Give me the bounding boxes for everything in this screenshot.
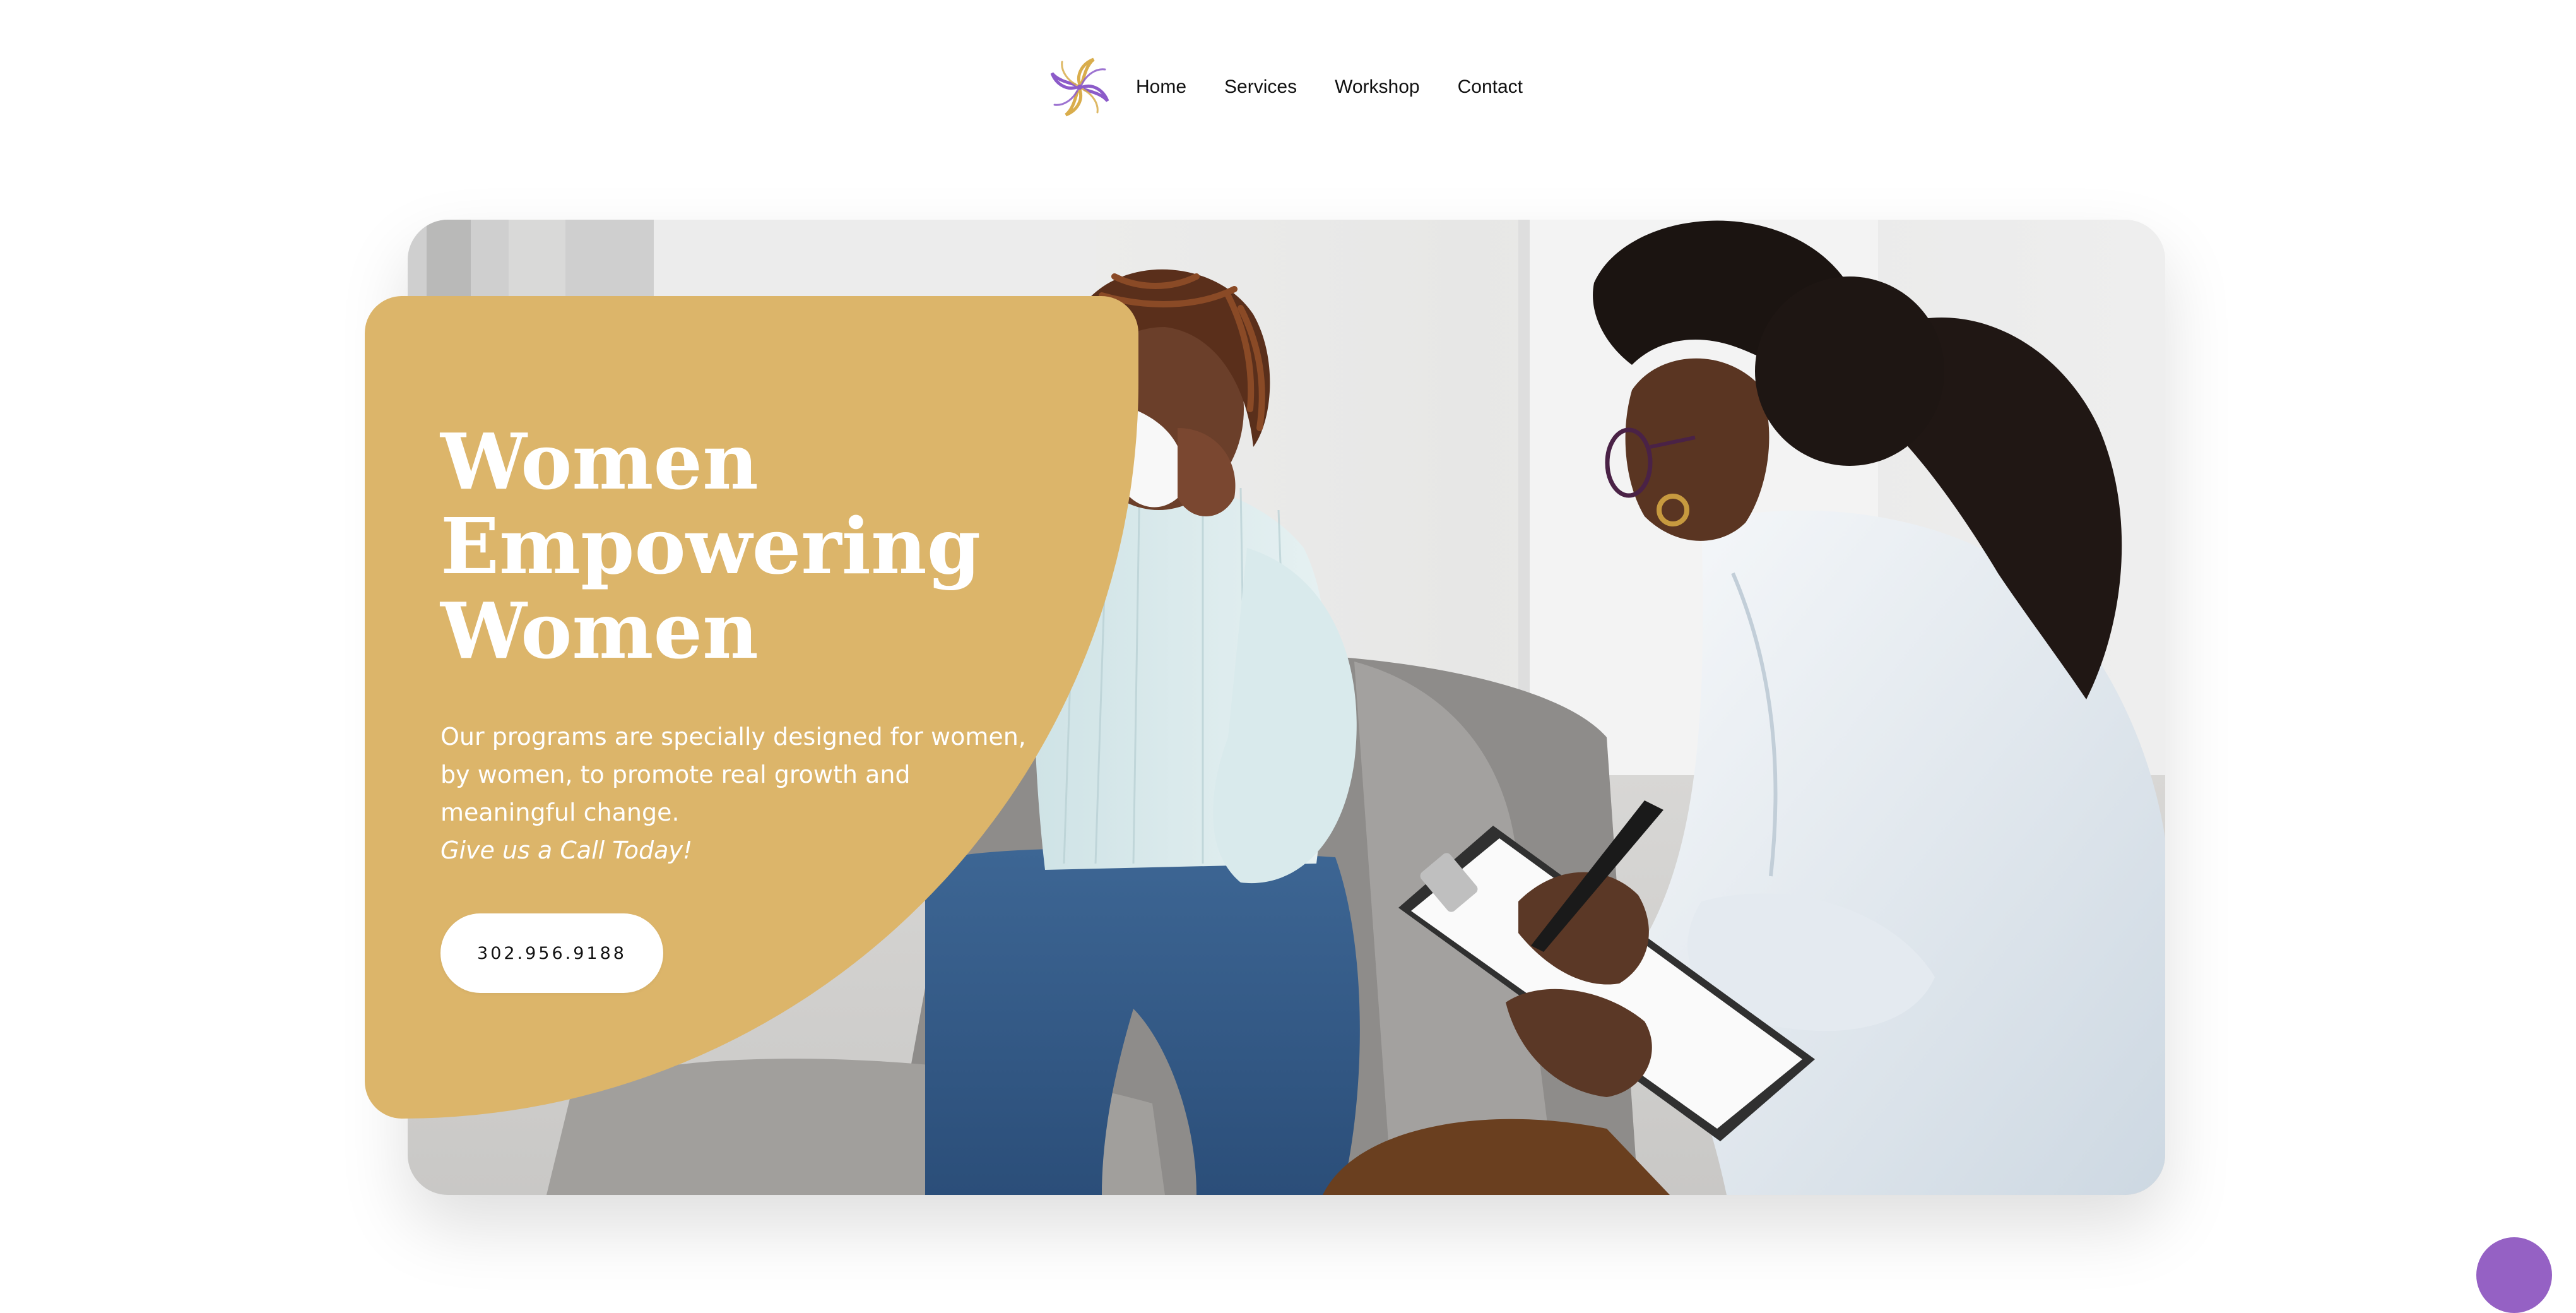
hero-title-line: Women <box>440 416 759 507</box>
pinwheel-flower-logo-icon <box>1050 57 1109 117</box>
nav-link-workshop[interactable]: Workshop <box>1335 76 1420 98</box>
hero-title-line: Women <box>440 585 759 676</box>
hero-call-note: Give us a Call Today! <box>440 836 693 864</box>
chat-bubble-icon[interactable] <box>2476 1237 2552 1313</box>
nav-link-home[interactable]: Home <box>1136 76 1186 98</box>
hero-title: Women Empowering Women <box>440 419 1072 673</box>
nav-link-services[interactable]: Services <box>1224 76 1297 98</box>
phone-call-button[interactable]: 302.956.9188 <box>440 913 663 993</box>
main-nav: Home Services Workshop Contact <box>1136 73 1523 101</box>
site-header: Home Services Workshop Contact <box>0 0 2576 174</box>
site-logo[interactable] <box>1044 52 1115 122</box>
hero-title-line: Empowering <box>440 501 981 591</box>
hero-description: Our programs are specially designed for … <box>440 723 1026 826</box>
nav-link-contact[interactable]: Contact <box>1458 76 1523 98</box>
